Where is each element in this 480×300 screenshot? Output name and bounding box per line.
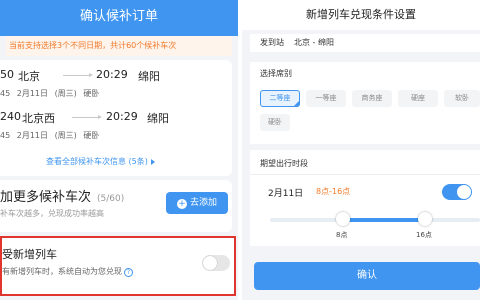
slider-start-label: 8点 [336,231,348,239]
time-range: 8点-16点 [316,187,351,196]
weekday: (周三) [54,131,77,140]
seat-option-hard-seat[interactable]: 硬座 [398,90,438,107]
time-slider-track[interactable] [270,218,480,222]
departure-time: 240 [0,110,21,123]
seat-option-business[interactable]: 商务座 [352,90,392,107]
accept-new-trains-subtitle: 有新增列车时，系统自动为您兑现? [2,266,133,277]
station-value: 北京 - 绵阳 [294,38,334,47]
settings-title: 新增列车兑现条件设置 [242,0,480,30]
slider-end-handle[interactable] [418,212,432,226]
plus-icon: + [176,199,187,209]
triangle-right-icon [150,158,155,165]
seat-section-label: 选择席别 [260,69,292,78]
time-slider-fill [342,218,424,222]
seat-option-label: 商务座 [361,94,383,102]
duration: 45 [0,131,11,140]
time-date: 2月11日 [268,189,304,199]
seat-type: 硬卧 [83,131,100,140]
add-train-button-label: 去添加 [189,198,217,208]
train-list-card: 50 北京 20:29 绵阳 45 2月11日 (周三) 硬卧 240 北京西 … [0,60,232,176]
arrival-station: 绵阳 [138,70,160,83]
slider-end-label: 16点 [416,231,432,239]
seat-selection-card: 选择席别 二等座 一等座 商务座 硬座 软卧 硬卧 [250,62,480,144]
time-section-label: 期望出行时段 [260,159,308,168]
toggle-knob [457,185,471,199]
seat-option-label: 硬卧 [268,118,282,126]
add-more-subtitle: 补车次越多，兑现成功率越高 [0,209,104,218]
toggle-knob [203,256,217,270]
seat-option-label: 硬座 [411,94,425,102]
station-label: 发到站 [260,38,284,47]
arrival-station: 绵阳 [147,112,169,125]
section-divider [250,174,480,175]
train-subinfo: 45 2月11日 (周三) 硬卧 [0,130,103,141]
add-more-title-text: 加更多候补车次 [0,190,92,205]
date-limit-notice: 当前支持选择3个不同日期，共计60个候补车次 [6,36,232,56]
screenshot-canvas: 确认候补订单 当前支持选择3个不同日期，共计60个候补车次 50 北京 20:2… [0,0,480,300]
help-icon[interactable]: ? [124,268,133,277]
travel-date: 2月11日 [16,89,49,98]
duration: 45 [0,89,11,98]
arrival-time: 20:29 [96,68,128,81]
seat-option-second-class[interactable]: 二等座 [260,90,300,107]
confirm-button-label: 确认 [357,270,377,281]
seat-option-hard-sleeper[interactable]: 硬卧 [260,114,290,131]
arrow-icon [63,73,93,77]
train-subinfo: 45 2月11日 (周三) 硬卧 [0,88,103,99]
accept-new-trains-toggle[interactable] [202,255,230,271]
add-more-title: 加更多候补车次 (5/60) [0,186,124,205]
arrow-icon [72,115,102,119]
seat-option-first-class[interactable]: 一等座 [306,90,346,107]
station-row: 发到站 北京 - 绵阳 [250,34,480,52]
seat-option-soft-sleeper[interactable]: 软卧 [444,90,480,107]
order-confirm-panel: 确认候补订单 当前支持选择3个不同日期，共计60个候补车次 50 北京 20:2… [0,0,238,300]
departure-time: 50 [0,68,14,81]
accept-subtitle-text: 有新增列车时，系统自动为您兑现 [2,267,122,276]
add-more-card: 加更多候补车次 (5/60) 补车次越多，兑现成功率越高 + 去添加 [0,180,232,232]
travel-date: 2月11日 [16,131,49,140]
arrival-time: 20:29 [106,110,138,123]
seat-option-label: 二等座 [269,94,291,102]
time-range-toggle[interactable] [442,184,472,200]
seat-option-label: 软卧 [455,94,469,102]
add-more-count: (5/60) [97,194,125,204]
new-train-settings-panel: 新增列车兑现条件设置 发到站 北京 - 绵阳 选择席别 二等座 一等座 商务座 硬… [242,0,480,300]
seat-option-label: 一等座 [315,94,337,102]
travel-time-card: 期望出行时段 2月11日 8点-16点 8点 16点 [250,150,480,246]
view-all-trains-link[interactable]: 查看全部候补车次信息 (5条) [46,156,155,167]
confirm-button[interactable]: 确认 [254,262,480,290]
weekday: (周三) [54,89,77,98]
accept-new-trains-title: 受新增列车 [2,248,57,261]
view-all-label: 查看全部候补车次信息 (5条) [46,157,148,166]
seat-type: 硬卧 [83,89,100,98]
slider-start-handle[interactable] [336,212,350,226]
departure-station: 北京 [18,70,40,83]
add-train-button[interactable]: + 去添加 [166,192,228,214]
page-title: 确认候补订单 [0,0,238,36]
departure-station: 北京西 [22,112,55,125]
accept-new-trains-card: 受新增列车 有新增列车时，系统自动为您兑现? [0,236,236,296]
selected-corner-icon [294,101,299,106]
